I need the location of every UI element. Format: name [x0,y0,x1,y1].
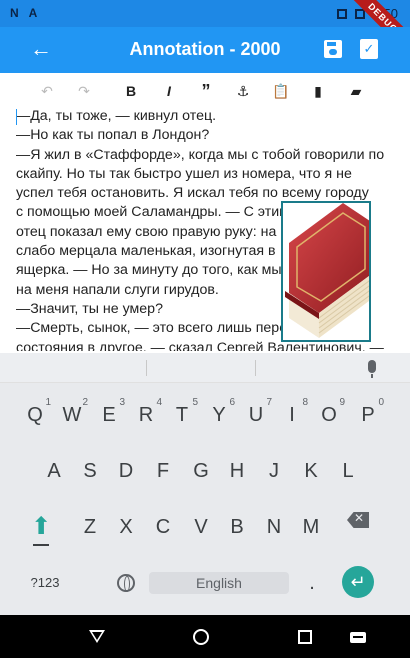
app-bar: ← Annotation - 2000 ✓ [0,27,410,73]
key-p[interactable]: P0 [350,394,386,436]
key-l[interactable]: L [330,450,366,492]
key-hint: 4 [156,397,162,408]
microphone-icon[interactable] [368,360,376,378]
enter-icon[interactable]: ↵ [342,566,374,598]
key-hint: 5 [192,397,198,408]
status-left-icons: N A [10,6,37,20]
key-label: Y [212,404,226,426]
text-line: —Я жил в «Стаффорде», когда мы с тобой г… [16,146,385,163]
bold-button[interactable]: B [120,80,142,102]
key-label: W [62,404,82,426]
key-hint: 7 [266,397,272,408]
key-hint: 1 [45,397,51,408]
signal-icon [336,8,347,19]
key-e[interactable]: E3 [91,394,127,436]
key-y[interactable]: Y6 [201,394,237,436]
suggestion-bar [0,353,410,383]
key-s[interactable]: S [72,450,108,492]
key-a[interactable]: A [36,450,72,492]
key-c[interactable]: C [145,506,181,548]
anchor-icon[interactable]: ⚓ [232,80,254,102]
suggestion-divider [255,360,256,376]
add-note-icon[interactable]: ▰ [345,80,367,102]
text-line: скайпу. Но ты так быстро ушел из номера,… [16,165,352,182]
key-label: P [361,404,375,426]
undo-icon[interactable]: ↶ [36,80,58,102]
key-label: O [321,404,337,426]
key-w[interactable]: W2 [54,394,90,436]
key-g[interactable]: G [183,450,219,492]
key-q[interactable]: Q1 [17,394,53,436]
nav-back-icon[interactable] [89,630,105,643]
key-v[interactable]: V [183,506,219,548]
key-label: R [138,404,154,426]
shift-underline [33,544,49,546]
keyboard-switch-icon[interactable] [350,632,366,643]
globe-icon[interactable] [117,574,135,592]
key-o[interactable]: O9 [311,394,347,436]
key-hint: 6 [229,397,235,408]
clipboard-icon[interactable]: 📋 [270,80,292,102]
key-j[interactable]: J [256,450,292,492]
key-k[interactable]: K [293,450,329,492]
nav-recents-icon[interactable] [298,630,312,644]
book-image[interactable] [281,201,371,342]
italic-button[interactable]: I [158,80,180,102]
text-caret [16,109,17,125]
key-m[interactable]: M [293,506,329,548]
suggestion-divider [146,360,147,376]
text-line: —Да, ты тоже, — кивнул отец. [16,108,217,124]
status-bar: N A 2:50 [0,0,410,27]
shift-key-icon[interactable]: ⬆ [23,506,59,548]
key-i[interactable]: I8 [274,394,310,436]
page-title: Annotation - 2000 [129,39,281,59]
key-f[interactable]: F [145,450,181,492]
key-z[interactable]: Z [72,506,108,548]
key-label: T [175,404,189,426]
key-hint: 0 [378,397,384,408]
key-r[interactable]: R4 [128,394,164,436]
key-u[interactable]: U7 [238,394,274,436]
format-toolbar: ↶ ↷ B I ” ⚓ 📋 ▮ ▰ [0,80,410,102]
key-label: I [289,404,295,426]
redo-icon[interactable]: ↷ [73,80,95,102]
book-icon[interactable]: ▮ [307,80,329,102]
approve-check-icon[interactable]: ✓ [360,39,378,59]
space-bar[interactable]: English [149,572,289,594]
key-h[interactable]: H [219,450,255,492]
system-nav-bar [0,615,410,658]
save-icon[interactable] [324,40,342,58]
key-hint: 8 [302,397,308,408]
notification-icon-n: N [10,6,19,20]
quote-button[interactable]: ” [195,80,217,102]
key-n[interactable]: N [256,506,292,548]
key-x[interactable]: X [108,506,144,548]
nav-home-icon[interactable] [193,629,209,645]
key-label: E [102,404,116,426]
symbols-key[interactable]: ?123 [24,562,66,604]
notification-icon-a: A [28,6,38,20]
key-label: Q [27,404,43,426]
period-key[interactable]: . [294,562,330,604]
book-illustration [285,203,369,338]
key-hint: 2 [82,397,88,408]
key-d[interactable]: D [108,450,144,492]
key-label: U [248,404,264,426]
key-t[interactable]: T5 [164,394,200,436]
key-b[interactable]: B [219,506,255,548]
key-hint: 9 [339,397,345,408]
text-line: —Но как ты попал в Лондон? [16,127,210,144]
key-hint: 3 [119,397,125,408]
